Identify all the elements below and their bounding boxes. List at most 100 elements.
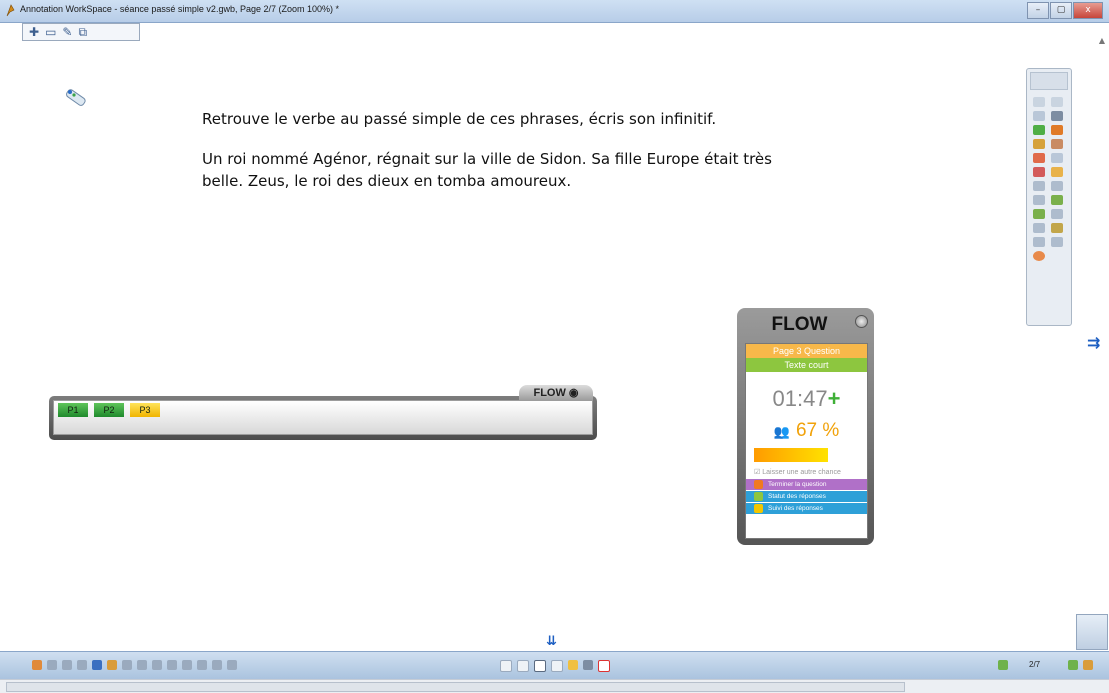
forward-tool-icon[interactable] bbox=[1033, 209, 1045, 219]
question-type: Texte court bbox=[746, 358, 867, 372]
response-tracking-button[interactable]: Suivi des réponses bbox=[746, 502, 867, 514]
minimize-icon[interactable]: ▭ bbox=[45, 24, 56, 40]
response-rate: 👥 67 % bbox=[746, 420, 867, 442]
page-icon[interactable] bbox=[500, 660, 512, 672]
fill-tool-icon[interactable] bbox=[1051, 167, 1063, 177]
page-indicator: 2/7 bbox=[1029, 660, 1041, 669]
page-nav-prev bbox=[998, 660, 1008, 670]
clear-tool-icon[interactable] bbox=[1033, 167, 1045, 177]
tool-icon[interactable] bbox=[152, 660, 162, 670]
tool-grid bbox=[1027, 93, 1071, 265]
duplicate-tool-icon[interactable] bbox=[1051, 181, 1063, 191]
marker-tool-icon[interactable] bbox=[1051, 125, 1063, 135]
scrollbar-thumb[interactable] bbox=[6, 682, 905, 692]
flow-widget: FLOW Page 3 Question Texte court 01:47+ … bbox=[737, 308, 874, 545]
horizontal-scrollbar[interactable] bbox=[0, 679, 1109, 693]
keyboard-tool-icon[interactable] bbox=[1051, 209, 1063, 219]
mini-toolbar: ✚ ▭ ✎ ⧉ bbox=[22, 23, 140, 41]
tool-icon[interactable] bbox=[62, 660, 72, 670]
tracking-icon bbox=[754, 504, 763, 513]
undo-tool-icon[interactable] bbox=[1033, 237, 1045, 247]
response-tracking-label: Suivi des réponses bbox=[768, 505, 823, 512]
participants-list: P1 P2 P3 bbox=[53, 400, 593, 435]
text-tool-icon[interactable] bbox=[1051, 153, 1063, 163]
question-label: Page 3 Question bbox=[746, 344, 867, 358]
page-icon[interactable] bbox=[534, 660, 546, 672]
settings-icon[interactable] bbox=[1083, 660, 1093, 670]
page-icon[interactable] bbox=[583, 660, 593, 670]
shape-tool-icon[interactable] bbox=[1033, 139, 1045, 149]
record-icon[interactable] bbox=[598, 660, 610, 672]
response-status-label: Statut des réponses bbox=[768, 493, 826, 500]
scroll-up-icon[interactable]: ▲ bbox=[1099, 36, 1105, 45]
participant-chip[interactable]: P2 bbox=[94, 403, 124, 417]
redo-tool-icon[interactable] bbox=[1051, 237, 1063, 247]
back-tool-icon[interactable] bbox=[1051, 195, 1063, 205]
edit-icon[interactable]: ✎ bbox=[62, 24, 72, 40]
tool-panel bbox=[1026, 68, 1072, 326]
page-icon[interactable] bbox=[551, 660, 563, 672]
zoom-in-icon[interactable]: ✚ bbox=[29, 24, 39, 40]
participants-bar-logo: FLOW ◉ bbox=[519, 385, 593, 401]
menu-tool-icon[interactable] bbox=[1033, 251, 1045, 261]
close-button[interactable]: x bbox=[1073, 2, 1103, 19]
page-icon[interactable] bbox=[568, 660, 578, 670]
select-tool-icon[interactable] bbox=[1033, 97, 1045, 107]
timer: 01:47+ bbox=[746, 386, 867, 412]
previous-page-icon[interactable] bbox=[998, 660, 1008, 670]
bottom-tools-center bbox=[500, 660, 610, 672]
tool-icon[interactable] bbox=[47, 660, 57, 670]
another-chance-option[interactable]: ☑ Laisser une autre chance bbox=[754, 468, 867, 476]
eraser-tool-icon[interactable] bbox=[1051, 139, 1063, 149]
pen-tool-icon[interactable] bbox=[1033, 125, 1045, 135]
tool-icon[interactable] bbox=[122, 660, 132, 670]
tool-icon[interactable] bbox=[137, 660, 147, 670]
minimize-button[interactable]: – bbox=[1027, 2, 1049, 19]
tool-icon[interactable] bbox=[227, 660, 237, 670]
tool-icon[interactable] bbox=[107, 660, 117, 670]
paragraph-line-1: Un roi nommé Agénor, régnait sur la vill… bbox=[202, 150, 772, 168]
flow-close-icon[interactable] bbox=[855, 315, 868, 328]
participants-bar: FLOW ◉ P1 P2 P3 bbox=[49, 385, 597, 440]
add-time-button[interactable]: + bbox=[828, 386, 841, 411]
participant-chip[interactable]: P1 bbox=[58, 403, 88, 417]
finish-question-button[interactable]: Terminer la question bbox=[746, 479, 867, 490]
image-tool-icon[interactable] bbox=[1033, 153, 1045, 163]
bottom-tools-left bbox=[32, 660, 237, 670]
people-icon: 👥 bbox=[773, 424, 790, 439]
tool-icon[interactable] bbox=[197, 660, 207, 670]
tool-icon[interactable] bbox=[77, 660, 87, 670]
pointer-tool-icon[interactable] bbox=[1033, 111, 1045, 121]
next-page-icon[interactable] bbox=[1068, 660, 1078, 670]
another-chance-label: Laisser une autre chance bbox=[762, 469, 841, 476]
timer-value: 01:47 bbox=[772, 386, 828, 411]
maximize-button[interactable]: ▢ bbox=[1050, 2, 1072, 19]
window-title: Annotation WorkSpace - séance passé simp… bbox=[20, 4, 340, 14]
tool-icon[interactable] bbox=[167, 660, 177, 670]
page-content: Retrouve le verbe au passé simple de ces… bbox=[202, 108, 842, 192]
pen-icon[interactable] bbox=[62, 84, 88, 110]
dock-right-icon[interactable]: ⇉ bbox=[1087, 333, 1100, 352]
participant-chip[interactable]: P3 bbox=[130, 403, 160, 417]
save-tool-icon[interactable] bbox=[1051, 223, 1063, 233]
page-tool-icon[interactable] bbox=[1033, 181, 1045, 191]
tool-icon[interactable] bbox=[32, 660, 42, 670]
hand-tool-icon[interactable] bbox=[1051, 97, 1063, 107]
table-tool-icon[interactable] bbox=[1033, 195, 1045, 205]
stop-icon bbox=[754, 480, 763, 489]
tool-icon[interactable] bbox=[182, 660, 192, 670]
response-status-button[interactable]: Statut des réponses bbox=[746, 490, 867, 502]
tool-icon[interactable] bbox=[92, 660, 102, 670]
response-progress-bar bbox=[754, 448, 828, 462]
corner-tool-button[interactable] bbox=[1076, 614, 1108, 650]
dock-bottom-icon[interactable]: ⇊ bbox=[546, 634, 557, 649]
response-percent: 67 % bbox=[795, 420, 840, 441]
tool-icon[interactable] bbox=[212, 660, 222, 670]
copy-icon[interactable]: ⧉ bbox=[78, 24, 87, 40]
arrow-tool-icon[interactable] bbox=[1051, 111, 1063, 121]
print-tool-icon[interactable] bbox=[1033, 223, 1045, 233]
flow-body: Page 3 Question Texte court 01:47+ 👥 67 %… bbox=[745, 343, 868, 539]
tool-panel-header[interactable] bbox=[1030, 72, 1068, 90]
page-icon[interactable] bbox=[517, 660, 529, 672]
status-icon bbox=[754, 492, 763, 501]
